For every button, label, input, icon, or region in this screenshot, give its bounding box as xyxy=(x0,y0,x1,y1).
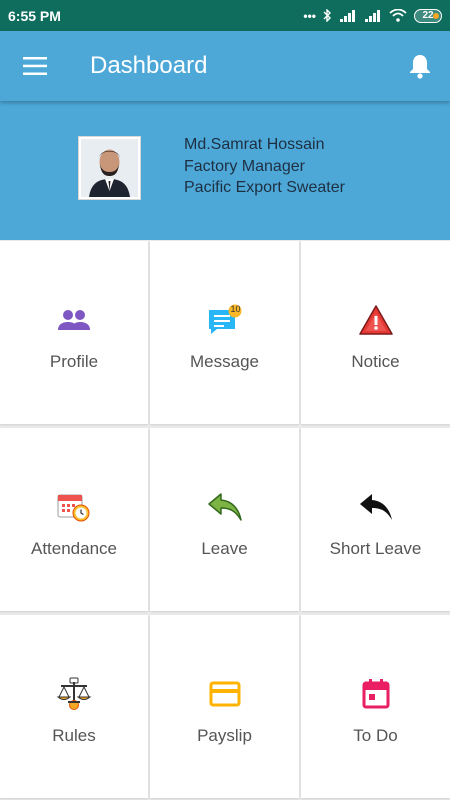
hamburger-menu-icon xyxy=(23,57,47,75)
tile-label: Rules xyxy=(52,726,96,745)
signal-icon-2 xyxy=(365,9,380,22)
profile-company: Pacific Export Sweater xyxy=(184,179,345,196)
notifications-button[interactable] xyxy=(390,31,450,101)
dashboard-grid: Profile 10 Message Notice Attendance Lea… xyxy=(0,241,450,800)
tile-label: Profile xyxy=(49,352,99,371)
reply-green-icon xyxy=(207,493,242,521)
tile-todo[interactable]: To Do xyxy=(301,615,450,798)
calendar-clock-icon xyxy=(57,494,90,522)
charging-dot-icon xyxy=(433,12,439,19)
avatar[interactable] xyxy=(78,136,141,200)
user-photo-icon xyxy=(81,139,138,197)
tile-label: Short Leave xyxy=(329,539,422,558)
tile-leave[interactable]: Leave xyxy=(150,428,299,611)
bell-icon xyxy=(410,55,430,79)
menu-button[interactable] xyxy=(0,31,70,101)
tile-label: Leave xyxy=(201,539,248,558)
tile-notice[interactable]: Notice xyxy=(301,241,450,424)
tile-label: Message xyxy=(190,352,259,371)
tile-rules[interactable]: Rules xyxy=(0,615,148,798)
scales-icon xyxy=(56,677,92,710)
people-icon xyxy=(58,310,90,330)
more-notifications-icon: ••• xyxy=(303,8,316,23)
battery-level: 22 xyxy=(422,10,434,21)
tile-short-leave[interactable]: Short Leave xyxy=(301,428,450,611)
tile-message[interactable]: 10 Message xyxy=(150,241,299,424)
profile-info: Md.Samrat Hossain Factory Manager Pacifi… xyxy=(184,134,345,199)
reply-black-icon xyxy=(359,494,392,520)
page-title: Dashboard xyxy=(90,52,208,79)
wifi-icon xyxy=(389,9,407,22)
battery-indicator: 22 xyxy=(414,8,442,23)
tile-label: Notice xyxy=(351,352,400,371)
bluetooth-icon xyxy=(323,9,331,22)
credit-card-icon xyxy=(209,681,240,707)
message-count-badge: 10 xyxy=(230,304,241,314)
profile-header: Md.Samrat Hossain Factory Manager Pacifi… xyxy=(0,101,450,240)
tile-label: Attendance xyxy=(30,539,117,558)
signal-icon xyxy=(340,9,355,22)
tile-profile[interactable]: Profile xyxy=(0,241,148,424)
tile-label: To Do xyxy=(353,726,398,745)
status-time: 6:55 PM xyxy=(8,7,61,24)
profile-name: Md.Samrat Hossain xyxy=(184,136,325,153)
warning-icon xyxy=(358,305,393,335)
tile-payslip[interactable]: Payslip xyxy=(150,615,299,798)
status-bar: 6:55 PM ••• 22 xyxy=(0,0,450,31)
app-bar: Dashboard xyxy=(0,31,450,101)
tile-label: Payslip xyxy=(197,726,252,745)
profile-designation: Factory Manager xyxy=(184,157,305,175)
tile-attendance[interactable]: Attendance xyxy=(0,428,148,611)
calendar-icon xyxy=(362,679,389,709)
